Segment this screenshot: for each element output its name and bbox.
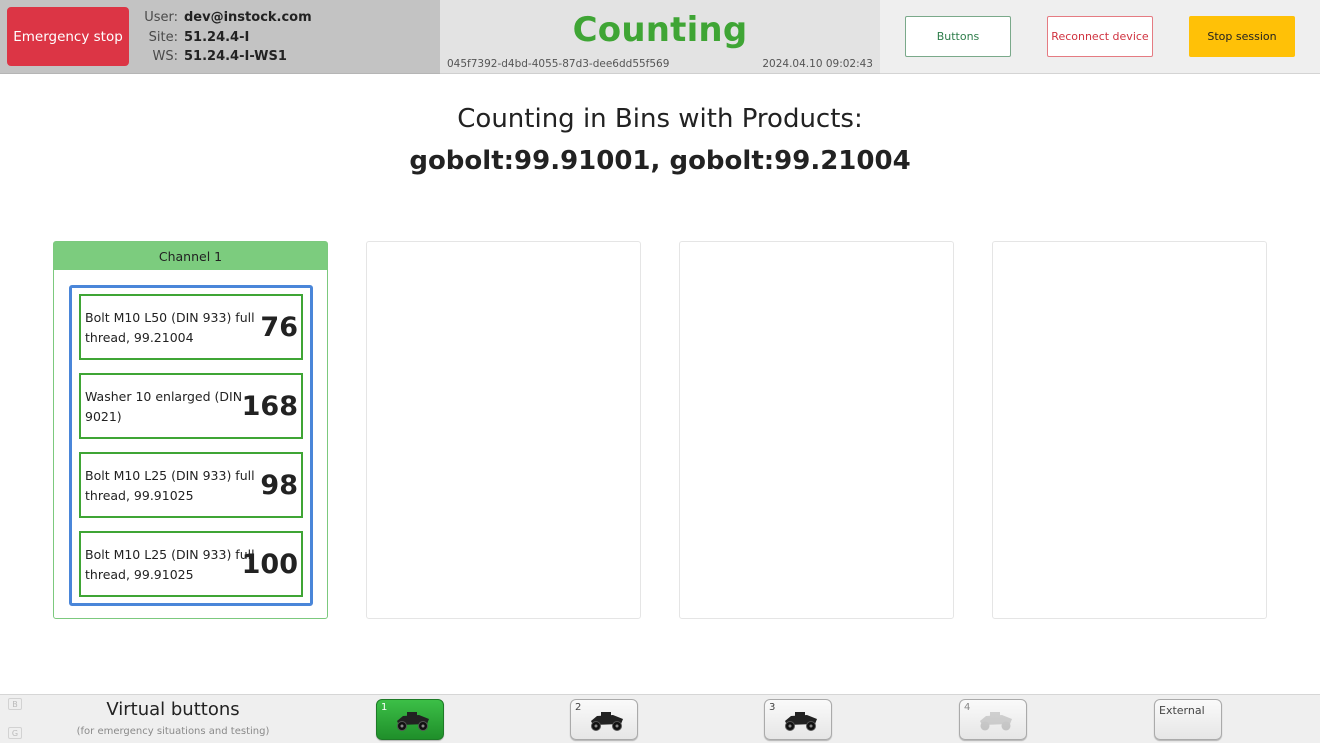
button-number: 4	[964, 702, 971, 713]
stop-session-button[interactable]: Stop session	[1189, 16, 1295, 57]
site-value: 51.24.4-I	[184, 29, 250, 45]
key-hint-g: G	[8, 727, 22, 739]
key-hint-b: B	[8, 698, 22, 710]
header-bar: Emergency stop User: dev@instock.com Sit…	[0, 0, 1320, 74]
session-info-panel: Emergency stop User: dev@instock.com Sit…	[0, 0, 440, 74]
virtual-buttons-subtitle: (for emergency situations and testing)	[76, 726, 270, 737]
product-name: Washer 10 enlarged (DIN 9021)	[85, 389, 243, 424]
session-timestamp: 2024.04.10 09:02:43	[762, 58, 873, 70]
page-title: Counting in Bins with Products:	[457, 104, 863, 134]
channel-3-panel	[679, 241, 954, 619]
product-card[interactable]: Washer 10 enlarged (DIN 9021) 168	[79, 373, 303, 439]
user-info: User: dev@instock.com Site: 51.24.4-I WS…	[140, 8, 312, 67]
button-number: 2	[575, 702, 582, 713]
emergency-stop-button[interactable]: Emergency stop	[7, 7, 129, 66]
product-card[interactable]: Bolt M10 L25 (DIN 933) full thread, 99.9…	[79, 452, 303, 518]
buttons-button[interactable]: Buttons	[905, 16, 1011, 57]
virtual-button-2[interactable]: 2	[570, 699, 638, 740]
session-id: 045f7392-d4bd-4055-87d3-dee6dd55f569	[447, 58, 670, 70]
product-card[interactable]: Bolt M10 L50 (DIN 933) full thread, 99.2…	[79, 294, 303, 360]
button-number: 3	[769, 702, 776, 713]
actions-panel: Buttons Reconnect device Stop session	[880, 0, 1320, 74]
virtual-buttons-title: Virtual buttons	[106, 699, 240, 720]
ws-label: WS:	[152, 49, 179, 64]
product-card[interactable]: Bolt M10 L25 (DIN 933) full thread, 99.9…	[79, 531, 303, 597]
virtual-button-3[interactable]: 3	[764, 699, 832, 740]
product-count: 100	[241, 548, 298, 580]
robot-car-icon	[591, 712, 623, 731]
product-count: 98	[260, 469, 298, 501]
product-count: 76	[260, 311, 298, 343]
product-list-title: gobolt:99.91001, gobolt:99.21004	[409, 146, 911, 176]
channel-4-panel	[992, 241, 1267, 619]
virtual-button-4[interactable]: 4	[959, 699, 1027, 740]
product-name: Bolt M10 L50 (DIN 933) full thread, 99.2…	[85, 310, 255, 345]
product-name: Bolt M10 L25 (DIN 933) full thread, 99.9…	[85, 547, 255, 582]
robot-car-icon	[980, 712, 1012, 731]
robot-car-icon	[397, 712, 429, 731]
bin: Bolt M10 L50 (DIN 933) full thread, 99.2…	[69, 285, 313, 606]
ws-value: 51.24.4-I-WS1	[184, 49, 287, 64]
virtual-button-external[interactable]: External	[1154, 699, 1222, 740]
channel-1-panel: Channel 1 Bolt M10 L50 (DIN 933) full th…	[53, 241, 328, 619]
button-number: 1	[381, 702, 388, 713]
product-count: 168	[241, 390, 298, 422]
user-label: User:	[144, 10, 178, 25]
status-panel: Counting 045f7392-d4bd-4055-87d3-dee6dd5…	[440, 0, 880, 74]
button-label: External	[1159, 704, 1205, 717]
product-name: Bolt M10 L25 (DIN 933) full thread, 99.9…	[85, 468, 255, 503]
robot-car-icon	[785, 712, 817, 731]
channel-2-panel	[366, 241, 641, 619]
virtual-buttons-bar: B G Virtual buttons (for emergency situa…	[0, 694, 1320, 743]
channel-1-header: Channel 1	[54, 242, 327, 270]
virtual-button-1[interactable]: 1	[376, 699, 444, 740]
reconnect-device-button[interactable]: Reconnect device	[1047, 16, 1153, 57]
status-title: Counting	[572, 10, 748, 50]
user-value: dev@instock.com	[184, 10, 312, 25]
site-label: Site:	[148, 29, 178, 45]
